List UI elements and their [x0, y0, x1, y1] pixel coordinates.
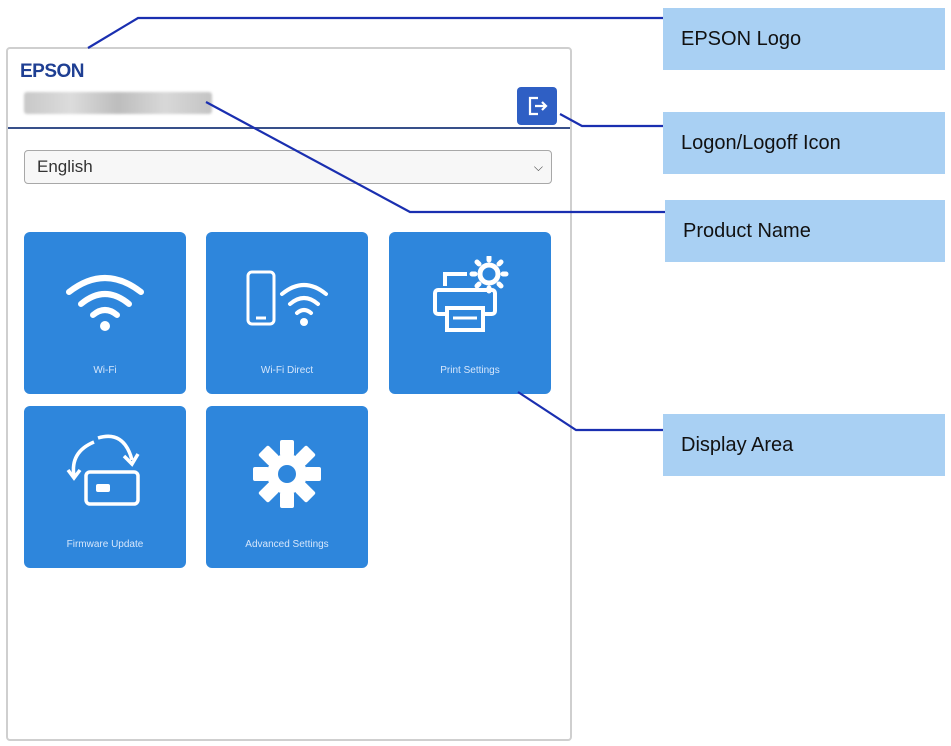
callout-logon-logoff-icon: Logon/Logoff Icon — [663, 112, 945, 174]
callout-product-name: Product Name — [665, 200, 945, 262]
callout-epson-logo: EPSON Logo — [663, 8, 945, 70]
callout-display-area: Display Area — [663, 414, 945, 476]
